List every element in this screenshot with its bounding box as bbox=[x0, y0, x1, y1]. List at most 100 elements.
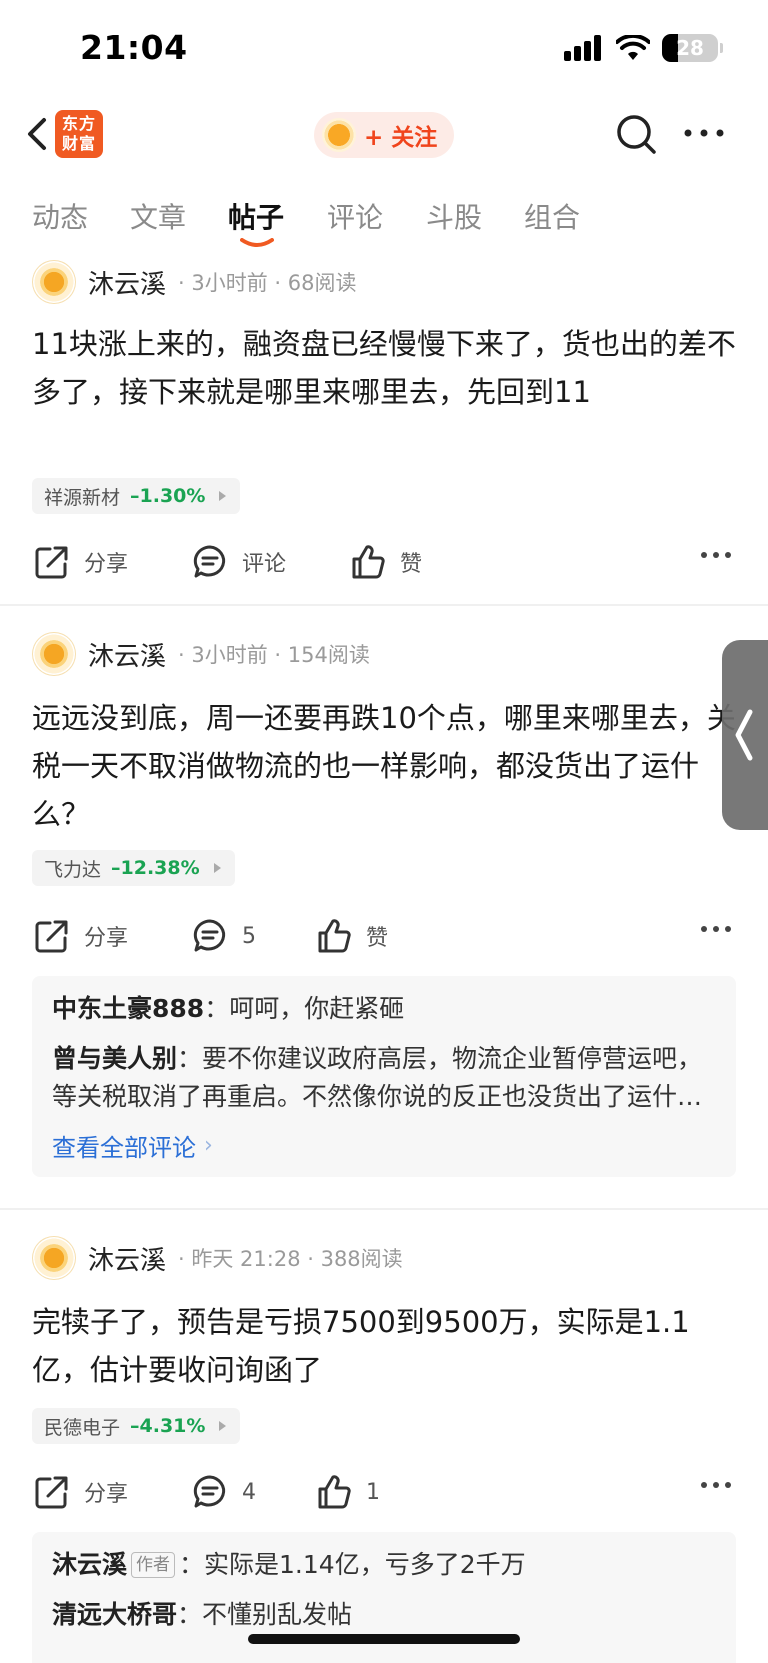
comment-separator: ： bbox=[179, 1550, 205, 1579]
stock-change: –4.31% bbox=[130, 1415, 206, 1437]
post-text[interactable]: 11块涨上来的，融资盘已经慢慢下来了，货也出的差不多了，接下来就是哪里来哪里去，… bbox=[32, 320, 736, 416]
status-time: 21:04 bbox=[80, 28, 188, 67]
home-indicator bbox=[248, 1634, 520, 1644]
more-icon[interactable] bbox=[700, 550, 732, 560]
share-button[interactable]: 分享 bbox=[34, 1470, 128, 1514]
comment-author[interactable]: 曾与美人别 bbox=[52, 1044, 177, 1073]
avatar[interactable] bbox=[32, 260, 76, 304]
post-text[interactable]: 完犊子了，预告是亏损7500到9500万，实际是1.1亿，估计要收问询函了 bbox=[32, 1298, 736, 1394]
comment-button[interactable]: 评论 bbox=[192, 540, 286, 584]
follow-avatar bbox=[322, 118, 356, 152]
post-actions: 分享 评论 赞 bbox=[0, 540, 768, 584]
like-button[interactable]: 赞 bbox=[316, 914, 388, 958]
share-button[interactable]: 分享 bbox=[34, 914, 128, 958]
stock-name: 飞力达 bbox=[44, 858, 102, 881]
battery-icon: 28 bbox=[662, 34, 723, 62]
share-button[interactable]: 分享 bbox=[34, 540, 128, 584]
stock-change: –1.30% bbox=[130, 485, 206, 507]
post-meta: · 3小时前 · 68阅读 bbox=[178, 271, 357, 295]
divider bbox=[0, 604, 768, 606]
comment-author[interactable]: 沐云溪 bbox=[52, 1550, 127, 1579]
avatar[interactable] bbox=[32, 632, 76, 676]
avatar[interactable] bbox=[32, 1236, 76, 1280]
follow-button[interactable]: + 关注 bbox=[314, 112, 454, 158]
share-icon bbox=[35, 1476, 68, 1509]
tab-dynamics[interactable]: 动态 bbox=[32, 196, 88, 236]
logo-text-line2: 财富 bbox=[61, 134, 96, 153]
post-header: 沐云溪 · 3小时前 · 154阅读 bbox=[32, 630, 370, 678]
post-author[interactable]: 沐云溪 bbox=[88, 1240, 166, 1277]
comment-button[interactable]: 4 bbox=[192, 1470, 256, 1514]
thumbs-up-icon bbox=[318, 919, 351, 953]
status-icons: 28 bbox=[564, 34, 723, 62]
author-badge: 作者 bbox=[131, 1552, 176, 1578]
comment-icon bbox=[193, 545, 226, 578]
comment-text: 不懂别乱发帖 bbox=[202, 1600, 353, 1629]
comment-author[interactable]: 中东土豪888 bbox=[52, 994, 204, 1023]
comment-author[interactable]: 清远大桥哥 bbox=[52, 1600, 177, 1629]
tab-portfolio[interactable]: 组合 bbox=[524, 196, 580, 236]
chevron-right-icon bbox=[219, 491, 227, 501]
chevron-left-icon bbox=[735, 709, 753, 761]
comment-icon bbox=[193, 1475, 226, 1508]
comment-separator: ： bbox=[177, 1044, 203, 1073]
like-count: 1 bbox=[366, 1479, 380, 1505]
share-label: 分享 bbox=[84, 1482, 129, 1507]
like-label: 赞 bbox=[400, 552, 423, 577]
chevron-right-icon bbox=[219, 1421, 227, 1431]
view-all-label: 查看全部评论 bbox=[52, 1134, 196, 1162]
tab-active-indicator bbox=[240, 238, 274, 247]
side-drawer-handle[interactable] bbox=[722, 640, 768, 830]
stock-tag[interactable]: 飞力达 –12.38% bbox=[32, 850, 235, 886]
tab-stock-battle[interactable]: 斗股 bbox=[426, 196, 482, 236]
stock-change: –12.38% bbox=[111, 857, 200, 879]
comment-text: 实际是1.14亿，亏多了2千万 bbox=[204, 1550, 526, 1579]
comment-label: 评论 bbox=[242, 552, 287, 577]
share-icon bbox=[35, 920, 68, 953]
share-label: 分享 bbox=[84, 926, 129, 951]
app-logo[interactable]: 东方 财富 bbox=[55, 110, 103, 158]
tab-comments[interactable]: 评论 bbox=[327, 196, 383, 236]
divider bbox=[0, 1208, 768, 1210]
more-icon[interactable] bbox=[680, 118, 728, 148]
comment-item[interactable]: 清远大桥哥：不懂别乱发帖 bbox=[52, 1596, 716, 1634]
stock-name: 民德电子 bbox=[44, 1416, 121, 1439]
search-icon[interactable] bbox=[612, 110, 660, 158]
nav-bar: 东方 财富 + 关注 bbox=[0, 96, 768, 176]
post-actions: 分享 4 1 bbox=[0, 1470, 768, 1514]
status-bar: 21:04 28 bbox=[0, 0, 768, 96]
tab-articles[interactable]: 文章 bbox=[130, 196, 186, 236]
comment-text: 呵呵，你赶紧砸 bbox=[229, 994, 405, 1023]
comment-icon bbox=[193, 919, 226, 952]
post-header: 沐云溪 · 3小时前 · 68阅读 bbox=[32, 258, 356, 306]
stock-name: 祥源新材 bbox=[44, 486, 121, 509]
post-text[interactable]: 远远没到底，周一还要再跌10个点，哪里来哪里去，关税一天不取消做物流的也一样影响… bbox=[32, 694, 736, 838]
comment-count: 5 bbox=[242, 923, 256, 949]
post-author[interactable]: 沐云溪 bbox=[88, 264, 166, 301]
like-label: 赞 bbox=[366, 926, 389, 951]
more-icon[interactable] bbox=[700, 1480, 732, 1490]
comment-item[interactable]: 中东土豪888：呵呵，你赶紧砸 bbox=[52, 990, 716, 1028]
comment-separator: ： bbox=[204, 994, 230, 1023]
share-icon bbox=[35, 546, 68, 579]
comment-item[interactable]: 曾与美人别：要不你建议政府高层，物流企业暂停营运吧，等关税取消了再重启。不然像你… bbox=[52, 1040, 716, 1116]
post-meta: · 3小时前 · 154阅读 bbox=[178, 643, 370, 667]
comment-count: 4 bbox=[242, 1479, 256, 1505]
back-icon[interactable] bbox=[16, 112, 60, 156]
share-label: 分享 bbox=[84, 552, 129, 577]
comment-button[interactable]: 5 bbox=[192, 914, 256, 958]
view-all-comments-link[interactable]: 查看全部评论 › bbox=[52, 1128, 716, 1163]
like-button[interactable]: 1 bbox=[316, 1470, 380, 1514]
chevron-right-icon: › bbox=[204, 1133, 213, 1158]
post-author[interactable]: 沐云溪 bbox=[88, 636, 166, 673]
stock-tag[interactable]: 祥源新材 –1.30% bbox=[32, 478, 241, 514]
chevron-right-icon bbox=[213, 863, 221, 873]
battery-level: 28 bbox=[676, 36, 704, 60]
comment-item[interactable]: 沐云溪 作者 ：实际是1.14亿，亏多了2千万 bbox=[52, 1546, 716, 1584]
more-icon[interactable] bbox=[700, 924, 732, 934]
cellular-signal-icon bbox=[564, 35, 601, 61]
comments-preview[interactable]: 中东土豪888：呵呵，你赶紧砸 曾与美人别：要不你建议政府高层，物流企业暂停营运… bbox=[32, 976, 736, 1177]
tab-posts[interactable]: 帖子 bbox=[228, 196, 284, 236]
like-button[interactable]: 赞 bbox=[350, 540, 422, 584]
stock-tag[interactable]: 民德电子 –4.31% bbox=[32, 1408, 241, 1444]
